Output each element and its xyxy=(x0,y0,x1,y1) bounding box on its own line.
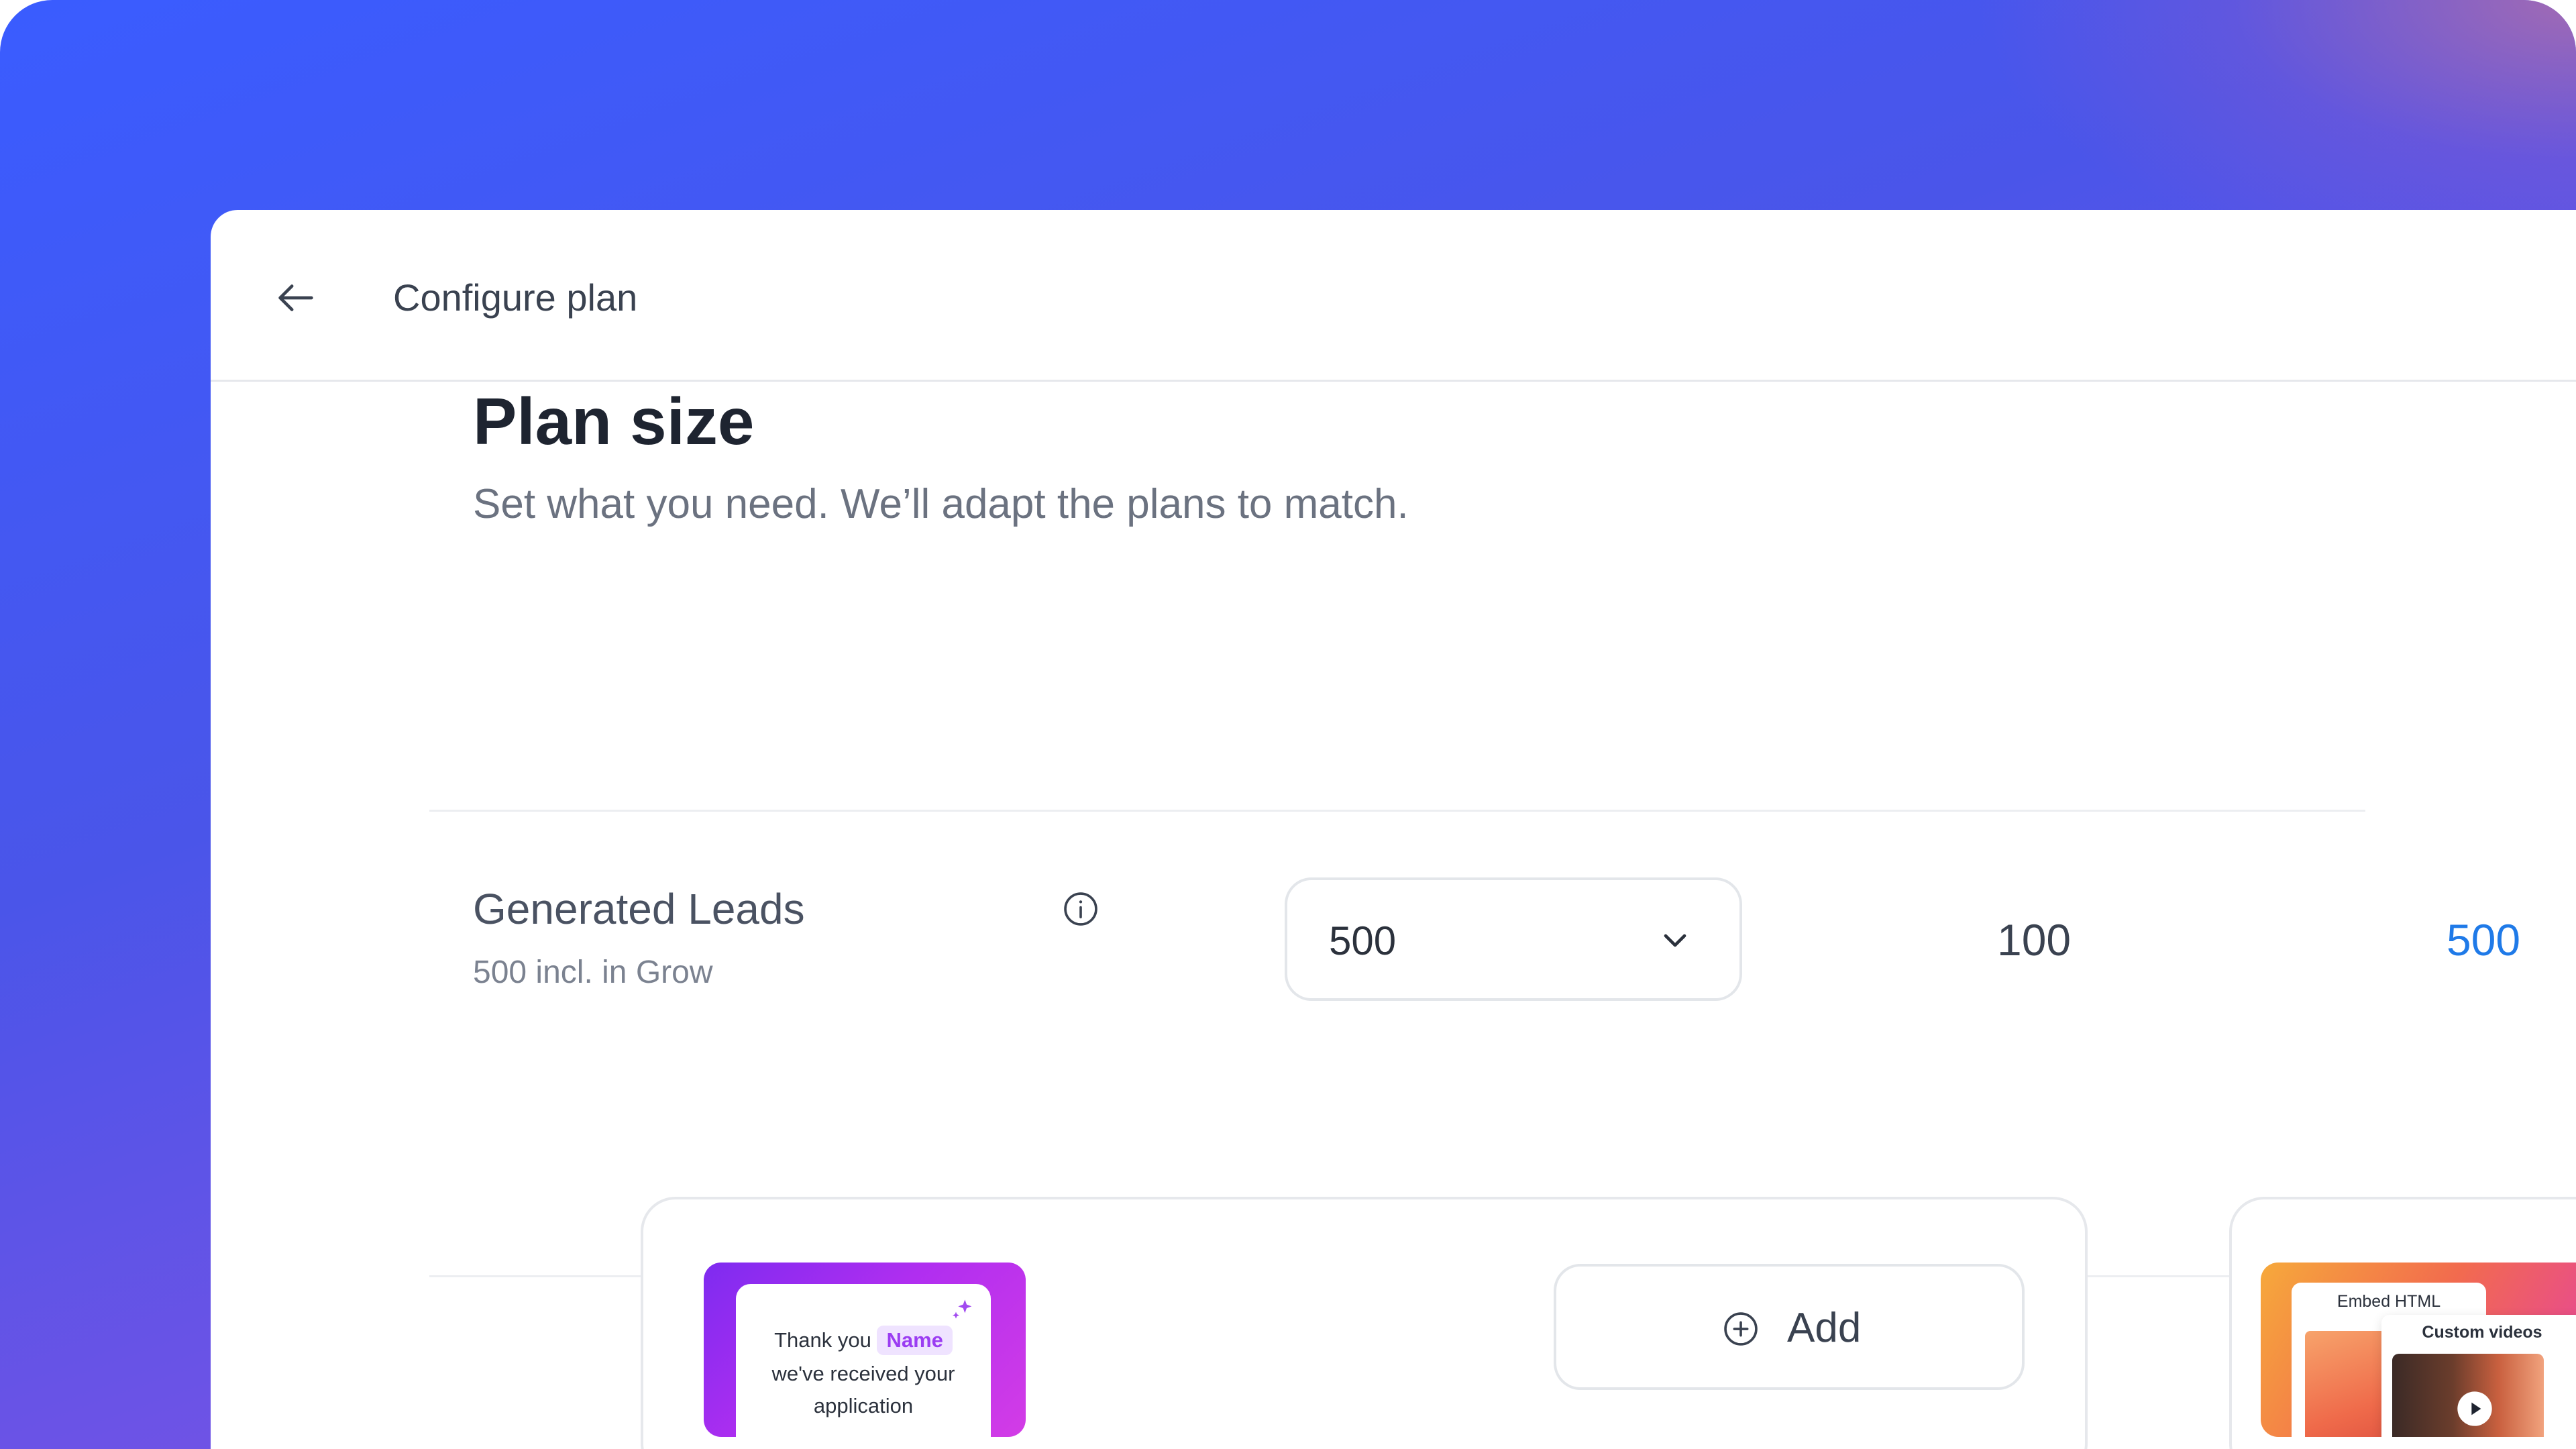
add-button[interactable]: Add xyxy=(1554,1264,2025,1390)
embed-html-thumbnail: Embed HTML Custom videos xyxy=(2261,1263,2576,1437)
select-value: 500 xyxy=(1329,918,1397,963)
play-icon[interactable] xyxy=(2456,1390,2493,1428)
generated-leads-sublabel: 500 incl. in Grow xyxy=(473,955,713,990)
thank-you-line-2: we've received your xyxy=(771,1362,955,1385)
thank-you-text: Thank you xyxy=(774,1328,871,1352)
add-button-label: Add xyxy=(1787,1305,1862,1351)
name-tag: Name xyxy=(877,1326,953,1355)
configure-plan-window: Configure plan Plan size Set what you ne… xyxy=(211,210,2576,1449)
video-preview xyxy=(2392,1354,2544,1437)
thank-you-line-1: Thank you Name xyxy=(736,1324,991,1356)
custom-videos-label: Custom videos xyxy=(2422,1323,2542,1342)
plus-circle-icon xyxy=(1724,1312,1758,1346)
chevron-down-icon xyxy=(1664,934,1686,947)
top-bar: Configure plan xyxy=(211,210,2576,382)
thank-you-line-3: application xyxy=(813,1394,914,1417)
plan-column-value-2: 500 xyxy=(2447,915,2521,965)
embed-html-label: Embed HTML xyxy=(2337,1292,2441,1311)
section-divider-top xyxy=(429,810,2365,812)
leads-quantity-select[interactable]: 500 xyxy=(1285,877,1742,1001)
plan-size-subtitle: Set what you need. We’ll adapt the plans… xyxy=(473,481,1409,527)
arrow-left-icon xyxy=(278,284,313,311)
custom-videos-card: Custom videos xyxy=(2381,1315,2576,1437)
thank-you-thumbnail: Thank you Name we've received your appli… xyxy=(704,1263,1026,1437)
embed-photo xyxy=(2305,1331,2392,1437)
plan-size-heading: Plan size xyxy=(473,384,755,458)
plan-column-value-1: 100 xyxy=(1997,915,2072,965)
generated-leads-label: Generated Leads xyxy=(473,885,805,933)
thank-you-preview: Thank you Name we've received your appli… xyxy=(736,1284,991,1437)
back-button[interactable] xyxy=(272,274,319,321)
sparkle-icon xyxy=(953,1299,972,1319)
page-title: Configure plan xyxy=(393,276,638,319)
info-icon[interactable] xyxy=(1061,890,1100,928)
